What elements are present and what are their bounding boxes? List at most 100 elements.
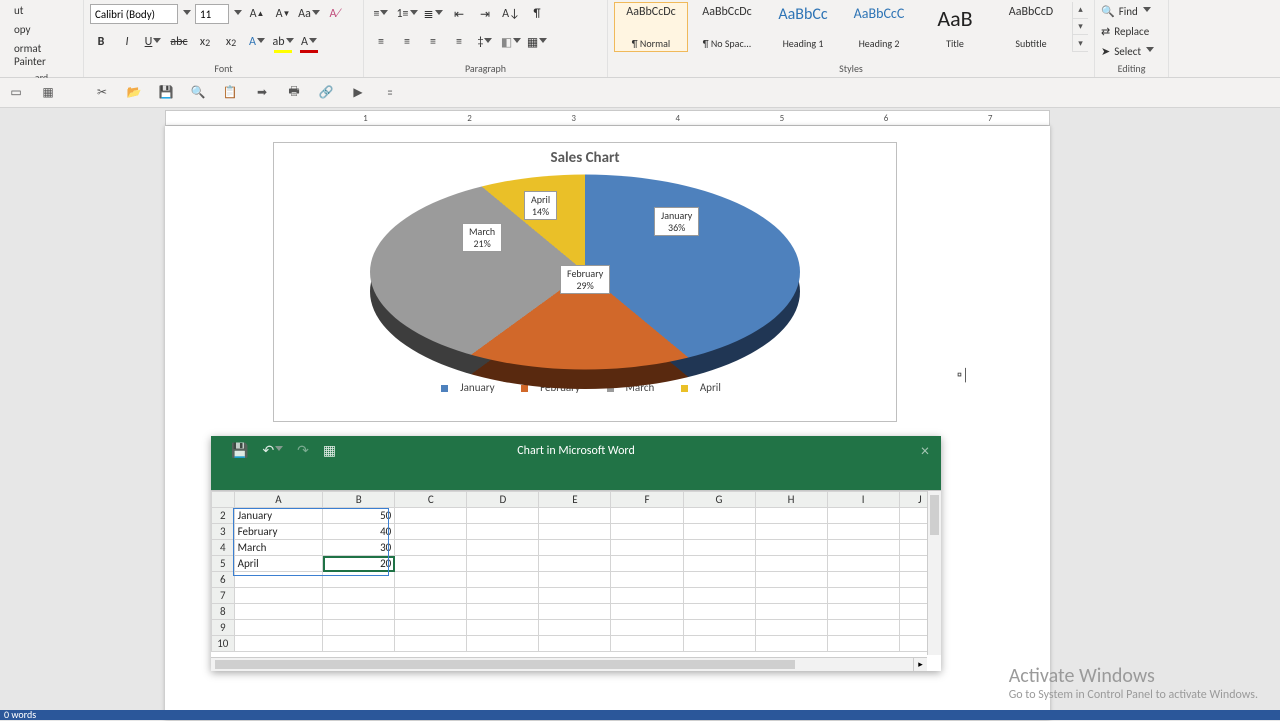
cell[interactable]	[323, 588, 395, 604]
cell[interactable]	[323, 604, 395, 620]
align-center-button[interactable]: ≡	[396, 31, 418, 53]
row-header[interactable]: 2	[212, 508, 235, 524]
row-header[interactable]: 6	[212, 572, 235, 588]
cell[interactable]	[611, 620, 683, 636]
cell[interactable]: January	[234, 508, 323, 524]
cell[interactable]	[539, 604, 611, 620]
select-all-corner[interactable]	[212, 492, 235, 508]
col-header-H[interactable]: H	[755, 492, 827, 508]
cell[interactable]	[827, 508, 899, 524]
multilevel-button[interactable]: ≣	[422, 3, 444, 25]
row-header[interactable]: 4	[212, 540, 235, 556]
row-header[interactable]: 9	[212, 620, 235, 636]
cell[interactable]	[395, 524, 467, 540]
cell[interactable]	[467, 540, 539, 556]
col-header-I[interactable]: I	[827, 492, 899, 508]
styles-more-icon[interactable]: ▾	[1073, 35, 1088, 52]
print-preview-icon[interactable]: 🔍	[188, 83, 208, 103]
cell[interactable]	[539, 556, 611, 572]
cell[interactable]	[395, 604, 467, 620]
worksheet-grid[interactable]: ABCDEFGHIJ 2January503February404March30…	[211, 490, 941, 671]
horizontal-scrollbar[interactable]: ▸	[211, 657, 927, 671]
new-slide-icon[interactable]: ▭	[6, 83, 26, 103]
cell[interactable]	[683, 540, 755, 556]
cell[interactable]	[467, 588, 539, 604]
cell[interactable]	[234, 588, 323, 604]
cell[interactable]	[234, 636, 323, 652]
font-size-dropdown-icon[interactable]	[233, 10, 242, 19]
cell[interactable]: 40	[323, 524, 395, 540]
font-name-dropdown-icon[interactable]	[182, 10, 191, 19]
show-marks-button[interactable]: ¶	[526, 3, 548, 25]
cell[interactable]	[539, 588, 611, 604]
sort-button[interactable]: A↓	[500, 3, 522, 25]
word-count[interactable]: 0 words	[4, 708, 36, 721]
cell[interactable]	[611, 636, 683, 652]
cell[interactable]	[827, 572, 899, 588]
strikethrough-button[interactable]: abc	[168, 31, 190, 53]
italic-button[interactable]: I	[116, 31, 138, 53]
cell[interactable]	[467, 620, 539, 636]
style-subtitle[interactable]: AaBbCcDSubtitle	[994, 2, 1068, 52]
chart-data-window[interactable]: 💾 ↶ ↷ ▦ Chart in Microsoft Word × ABCDEF…	[211, 436, 941, 671]
superscript-button[interactable]: x2	[220, 31, 242, 53]
cell[interactable]	[827, 620, 899, 636]
cell[interactable]	[467, 572, 539, 588]
cell[interactable]	[827, 524, 899, 540]
cell[interactable]	[755, 540, 827, 556]
replace-button[interactable]: ⇄ Replace	[1101, 22, 1162, 40]
cut-button[interactable]: ut	[10, 3, 73, 18]
col-header-B[interactable]: B	[323, 492, 395, 508]
col-header-E[interactable]: E	[539, 492, 611, 508]
align-left-button[interactable]: ≡	[370, 31, 392, 53]
cell[interactable]	[755, 524, 827, 540]
close-icon[interactable]: ×	[921, 442, 929, 461]
cell[interactable]	[323, 572, 395, 588]
cell[interactable]	[467, 636, 539, 652]
row-header[interactable]: 5	[212, 556, 235, 572]
cell[interactable]	[611, 508, 683, 524]
cell[interactable]	[683, 572, 755, 588]
copy-button[interactable]: opy	[10, 22, 73, 37]
cell[interactable]	[827, 556, 899, 572]
increase-indent-button[interactable]: ⇥	[474, 3, 496, 25]
text-effects-button[interactable]: A	[246, 31, 268, 53]
paste-icon[interactable]: 📋	[220, 83, 240, 103]
open-icon[interactable]: 📂	[124, 83, 144, 103]
cell[interactable]	[683, 556, 755, 572]
change-case-button[interactable]: Aa	[298, 3, 320, 25]
cell[interactable]	[827, 588, 899, 604]
cell[interactable]	[683, 604, 755, 620]
cell[interactable]	[323, 636, 395, 652]
cell[interactable]: 20	[323, 556, 395, 572]
style--no-spac-[interactable]: AaBbCcDc¶ No Spac...	[690, 2, 764, 52]
align-right-button[interactable]: ≡	[422, 31, 444, 53]
cell[interactable]	[539, 620, 611, 636]
cell[interactable]	[827, 636, 899, 652]
col-header-G[interactable]: G	[683, 492, 755, 508]
cell[interactable]	[683, 588, 755, 604]
cell[interactable]	[323, 620, 395, 636]
cell[interactable]	[467, 556, 539, 572]
font-color-button[interactable]: A	[298, 31, 320, 53]
shrink-font-button[interactable]: A▼	[272, 3, 294, 25]
cell[interactable]	[755, 572, 827, 588]
cell[interactable]	[755, 604, 827, 620]
decrease-indent-button[interactable]: ⇤	[448, 3, 470, 25]
vertical-scrollbar[interactable]	[927, 491, 941, 655]
layout-icon[interactable]: ▦	[38, 83, 58, 103]
cell[interactable]	[611, 604, 683, 620]
row-header[interactable]: 7	[212, 588, 235, 604]
cell[interactable]	[755, 636, 827, 652]
cell[interactable]	[827, 540, 899, 556]
cell[interactable]	[395, 540, 467, 556]
cell[interactable]	[611, 556, 683, 572]
style-title[interactable]: AaBTitle	[918, 2, 992, 52]
cell[interactable]: 50	[323, 508, 395, 524]
cell[interactable]	[539, 540, 611, 556]
cell[interactable]: February	[234, 524, 323, 540]
cell[interactable]	[539, 636, 611, 652]
export-icon[interactable]: ➡	[252, 83, 272, 103]
row-header[interactable]: 8	[212, 604, 235, 620]
style--normal[interactable]: AaBbCcDc¶ Normal	[614, 2, 688, 52]
